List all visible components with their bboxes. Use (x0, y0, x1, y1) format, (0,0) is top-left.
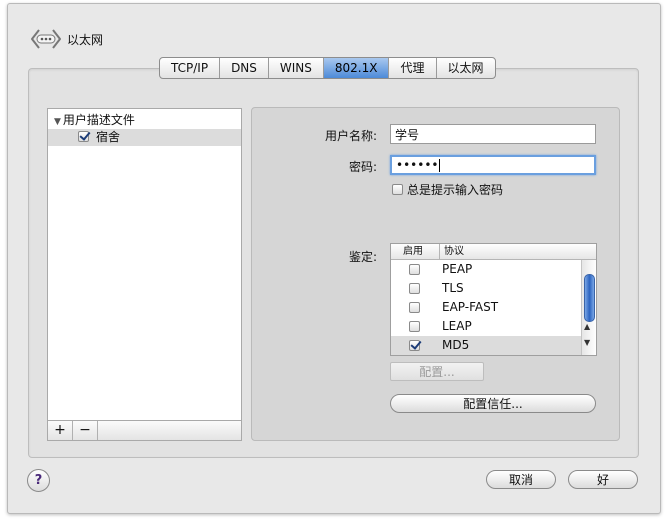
scroll-thumb[interactable] (584, 274, 595, 322)
protocol-enable-checkbox[interactable] (409, 302, 420, 313)
auth-protocol-table: 启用 协议 PEAP TLS EAP-FAST LEAP MD5 ▲ ▼ (390, 243, 597, 356)
auth-row-tls[interactable]: TLS (391, 279, 581, 298)
tab-ethernet[interactable]: 以太网 (437, 58, 495, 78)
always-prompt-label: 总是提示输入密码 (407, 183, 504, 197)
disclosure-triangle-icon[interactable]: ▼ (54, 117, 61, 127)
profile-list: ▼ 用户描述文件 宿舍 + − (47, 108, 242, 441)
tab-tcpip[interactable]: TCP/IP (160, 58, 221, 78)
protocol-name: PEAP (442, 262, 473, 276)
protocol-name: MD5 (442, 338, 470, 352)
auth-table-scrollbar[interactable]: ▲ ▼ (581, 260, 596, 355)
tab-proxy[interactable]: 代理 (389, 58, 437, 78)
profile-list-buttons: + − (48, 420, 241, 440)
cancel-button[interactable]: 取消 (486, 470, 556, 489)
add-profile-button[interactable]: + (48, 421, 73, 440)
scroll-up-arrow-icon[interactable]: ▲ (584, 322, 590, 331)
tab-wins[interactable]: WINS (269, 58, 324, 78)
protocol-enable-checkbox[interactable] (409, 340, 420, 351)
auth-table-header: 启用 协议 (391, 244, 596, 260)
tab-8021x[interactable]: 802.1X (323, 58, 390, 78)
auth-row-peap[interactable]: PEAP (391, 260, 581, 279)
profile-item[interactable]: 宿舍 (48, 129, 241, 146)
ok-button[interactable]: 好 (568, 470, 638, 489)
protocol-name: TLS (442, 281, 464, 295)
protocol-enable-checkbox[interactable] (409, 264, 420, 275)
always-prompt-row[interactable]: 总是提示输入密码 (392, 182, 503, 198)
header: 以太网 (30, 26, 103, 52)
auth-row-eap-fast[interactable]: EAP-FAST (391, 298, 581, 317)
auth-row-md5[interactable]: MD5 (391, 336, 581, 355)
profile-item-checkbox[interactable] (78, 131, 89, 142)
window-title: 以太网 (67, 32, 104, 47)
scroll-down-arrow-icon[interactable]: ▼ (584, 338, 590, 347)
profile-item-label: 宿舍 (96, 130, 121, 144)
auth-row-leap[interactable]: LEAP (391, 317, 581, 336)
auth-settings-panel: 用户名称: 学号 密码: •••••• 总是提示输入密码 鉴定: 启用 协议 P… (251, 107, 620, 441)
protocol-name: LEAP (442, 319, 472, 333)
column-header-protocol[interactable]: 协议 (439, 244, 464, 259)
protocol-enable-checkbox[interactable] (409, 283, 420, 294)
configure-button[interactable]: 配置... (390, 362, 484, 381)
tab-bar: TCP/IP DNS WINS 802.1X 代理 以太网 (159, 57, 496, 79)
auth-label: 鉴定: (348, 250, 377, 264)
always-prompt-checkbox[interactable] (392, 184, 403, 195)
help-button[interactable]: ? (27, 469, 50, 492)
password-field[interactable]: •••••• (390, 155, 596, 175)
protocol-name: EAP-FAST (442, 300, 499, 314)
password-label: 密码: (348, 160, 377, 174)
text-caret (439, 159, 441, 172)
tab-dns[interactable]: DNS (220, 58, 269, 78)
settings-group: ▼ 用户描述文件 宿舍 + − 用户名称: 学号 密码: •••••• 总是提示输… (28, 68, 639, 458)
remove-profile-button[interactable]: − (73, 421, 98, 440)
profile-tree-root[interactable]: ▼ 用户描述文件 (54, 112, 135, 129)
protocol-enable-checkbox[interactable] (409, 321, 420, 332)
profile-root-label: 用户描述文件 (62, 113, 135, 127)
password-value: •••••• (396, 158, 439, 172)
username-label: 用户名称: (324, 129, 377, 143)
column-header-enable[interactable]: 启用 (403, 244, 423, 259)
username-field[interactable]: 学号 (390, 124, 596, 144)
network-icon[interactable] (30, 26, 62, 52)
configure-trust-button[interactable]: 配置信任... (390, 394, 596, 413)
network-sheet: 以太网 ▼ 用户描述文件 宿舍 + − 用户名称: 学号 密码: •••••• 总… (7, 3, 661, 514)
